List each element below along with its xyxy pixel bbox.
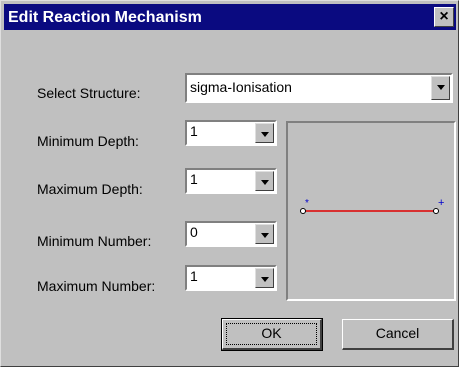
maximum-number-select[interactable]: 1 — [185, 265, 277, 291]
close-button[interactable]: × — [434, 7, 454, 27]
structure-preview-svg: * + — [300, 197, 444, 214]
select-structure-label: Select Structure: — [37, 85, 141, 101]
maximum-number-label: Maximum Number: — [37, 278, 156, 294]
chevron-down-icon[interactable] — [431, 76, 450, 100]
ok-button-label: OK — [261, 325, 282, 341]
left-atom — [300, 208, 306, 214]
chevron-down-icon[interactable] — [255, 268, 274, 288]
cancel-button[interactable]: Cancel — [342, 319, 454, 350]
minimum-depth-value: 1 — [190, 123, 198, 139]
left-atom-marker: * — [305, 198, 309, 209]
minimum-number-label: Minimum Number: — [37, 233, 152, 249]
maximum-depth-select[interactable]: 1 — [185, 168, 277, 194]
structure-select[interactable]: sigma-Ionisation — [185, 73, 453, 103]
minimum-depth-select[interactable]: 1 — [185, 120, 277, 146]
maximum-number-value: 1 — [190, 268, 198, 284]
chevron-down-icon[interactable] — [255, 224, 274, 244]
right-atom — [433, 208, 439, 214]
minimum-number-value: 0 — [190, 224, 198, 240]
chevron-down-icon[interactable] — [255, 171, 274, 191]
ok-button[interactable]: OK — [221, 318, 323, 351]
edit-reaction-mechanism-dialog: Edit Reaction Mechanism × Select Structu… — [0, 0, 459, 367]
right-atom-marker: + — [438, 197, 444, 209]
dialog-title: Edit Reaction Mechanism — [8, 9, 202, 26]
structure-select-value: sigma-Ionisation — [190, 79, 292, 95]
maximum-depth-label: Maximum Depth: — [37, 181, 143, 197]
title-bar: Edit Reaction Mechanism × — [4, 4, 456, 30]
chevron-down-icon[interactable] — [255, 123, 274, 143]
minimum-number-select[interactable]: 0 — [185, 221, 277, 247]
cancel-button-label: Cancel — [375, 325, 420, 341]
maximum-depth-value: 1 — [190, 171, 198, 187]
close-icon: × — [439, 8, 449, 25]
structure-preview-panel: * + — [286, 121, 456, 301]
minimum-depth-label: Minimum Depth: — [37, 133, 139, 149]
